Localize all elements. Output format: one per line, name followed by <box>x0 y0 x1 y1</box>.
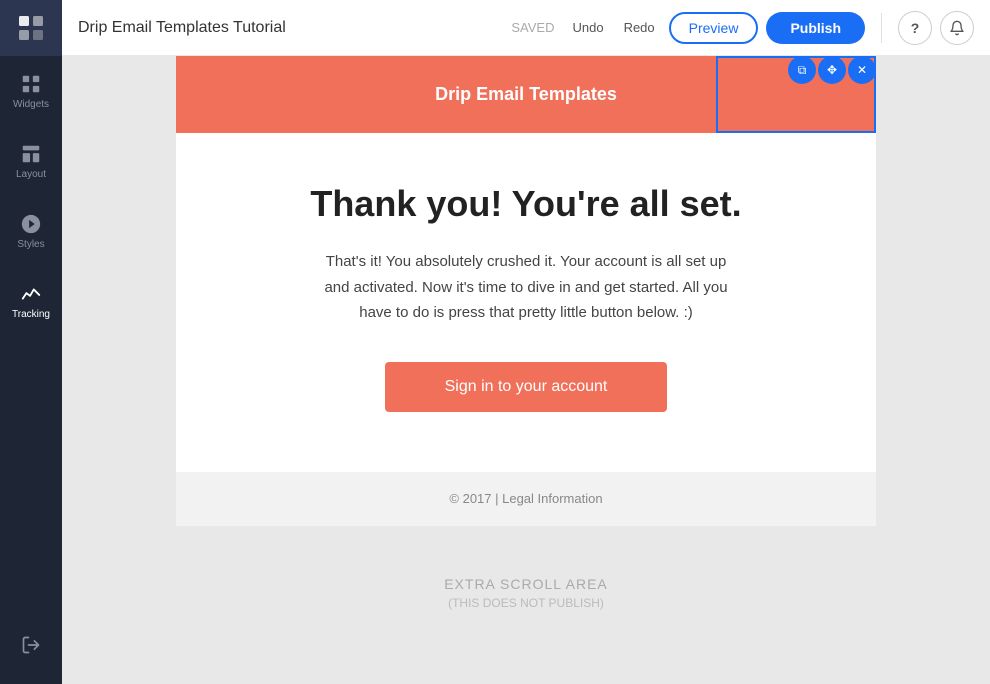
sidebar: Widgets Layout Styles Tracking <box>0 0 62 684</box>
block-move-button[interactable]: ✥ <box>818 56 846 84</box>
email-footer-block: © 2017 | Legal Information <box>176 472 876 526</box>
block-delete-button[interactable]: ✕ <box>848 56 876 84</box>
email-header-block[interactable]: Drip Email Templates ⧉ ✥ ✕ <box>176 56 876 133</box>
sidebar-item-tracking-label: Tracking <box>12 309 50 320</box>
cta-button[interactable]: Sign in to your account <box>385 362 668 412</box>
sidebar-item-styles[interactable]: Styles <box>0 196 62 266</box>
move-icon: ✥ <box>827 63 837 77</box>
notifications-button[interactable] <box>940 11 974 45</box>
email-content-block: Thank you! You're all set. That's it! Yo… <box>176 133 876 472</box>
sidebar-item-styles-label: Styles <box>17 239 44 250</box>
topbar-actions: SAVED Undo Redo Preview Publish ? <box>511 11 974 45</box>
email-header-title: Drip Email Templates <box>216 84 836 105</box>
footer-text: © 2017 | Legal Information <box>449 491 602 506</box>
extra-scroll-label: EXTRA SCROLL AREA <box>112 576 940 592</box>
bell-icon <box>949 20 965 36</box>
content-body: That's it! You absolutely crushed it. Yo… <box>316 249 736 326</box>
sidebar-item-layout-label: Layout <box>16 169 46 180</box>
sidebar-item-widgets-label: Widgets <box>13 99 49 110</box>
preview-button[interactable]: Preview <box>669 12 759 44</box>
redo-button[interactable]: Redo <box>618 16 661 39</box>
extra-scroll-area: EXTRA SCROLL AREA (THIS DOES NOT PUBLISH… <box>62 526 990 660</box>
extra-scroll-sublabel: (THIS DOES NOT PUBLISH) <box>112 596 940 610</box>
page-title: Drip Email Templates Tutorial <box>78 19 511 37</box>
sidebar-bottom <box>0 622 62 668</box>
question-mark-icon: ? <box>911 20 920 36</box>
main-area: Drip Email Templates Tutorial SAVED Undo… <box>62 0 990 684</box>
content-heading: Thank you! You're all set. <box>256 183 796 225</box>
grid-icon <box>20 73 42 95</box>
email-wrapper: Drip Email Templates ⧉ ✥ ✕ <box>176 56 876 526</box>
logo-icon <box>17 14 45 42</box>
styles-icon <box>20 213 42 235</box>
sidebar-item-tracking[interactable]: Tracking <box>0 266 62 336</box>
sidebar-item-layout[interactable]: Layout <box>0 126 62 196</box>
copy-icon: ⧉ <box>798 63 807 78</box>
saved-status: SAVED <box>511 20 554 35</box>
help-button[interactable]: ? <box>898 11 932 45</box>
tracking-icon <box>20 283 42 305</box>
topbar: Drip Email Templates Tutorial SAVED Undo… <box>62 0 990 56</box>
sidebar-logo[interactable] <box>0 0 62 56</box>
undo-button[interactable]: Undo <box>566 16 609 39</box>
sidebar-exit-button[interactable] <box>0 622 62 668</box>
topbar-separator <box>881 13 882 43</box>
exit-icon <box>21 635 41 655</box>
block-copy-button[interactable]: ⧉ <box>788 56 816 84</box>
layout-icon <box>20 143 42 165</box>
delete-icon: ✕ <box>857 63 867 77</box>
sidebar-item-widgets[interactable]: Widgets <box>0 56 62 126</box>
publish-button[interactable]: Publish <box>766 12 865 44</box>
canvas[interactable]: Drip Email Templates ⧉ ✥ ✕ <box>62 56 990 684</box>
block-action-toolbar: ⧉ ✥ ✕ <box>788 56 876 84</box>
